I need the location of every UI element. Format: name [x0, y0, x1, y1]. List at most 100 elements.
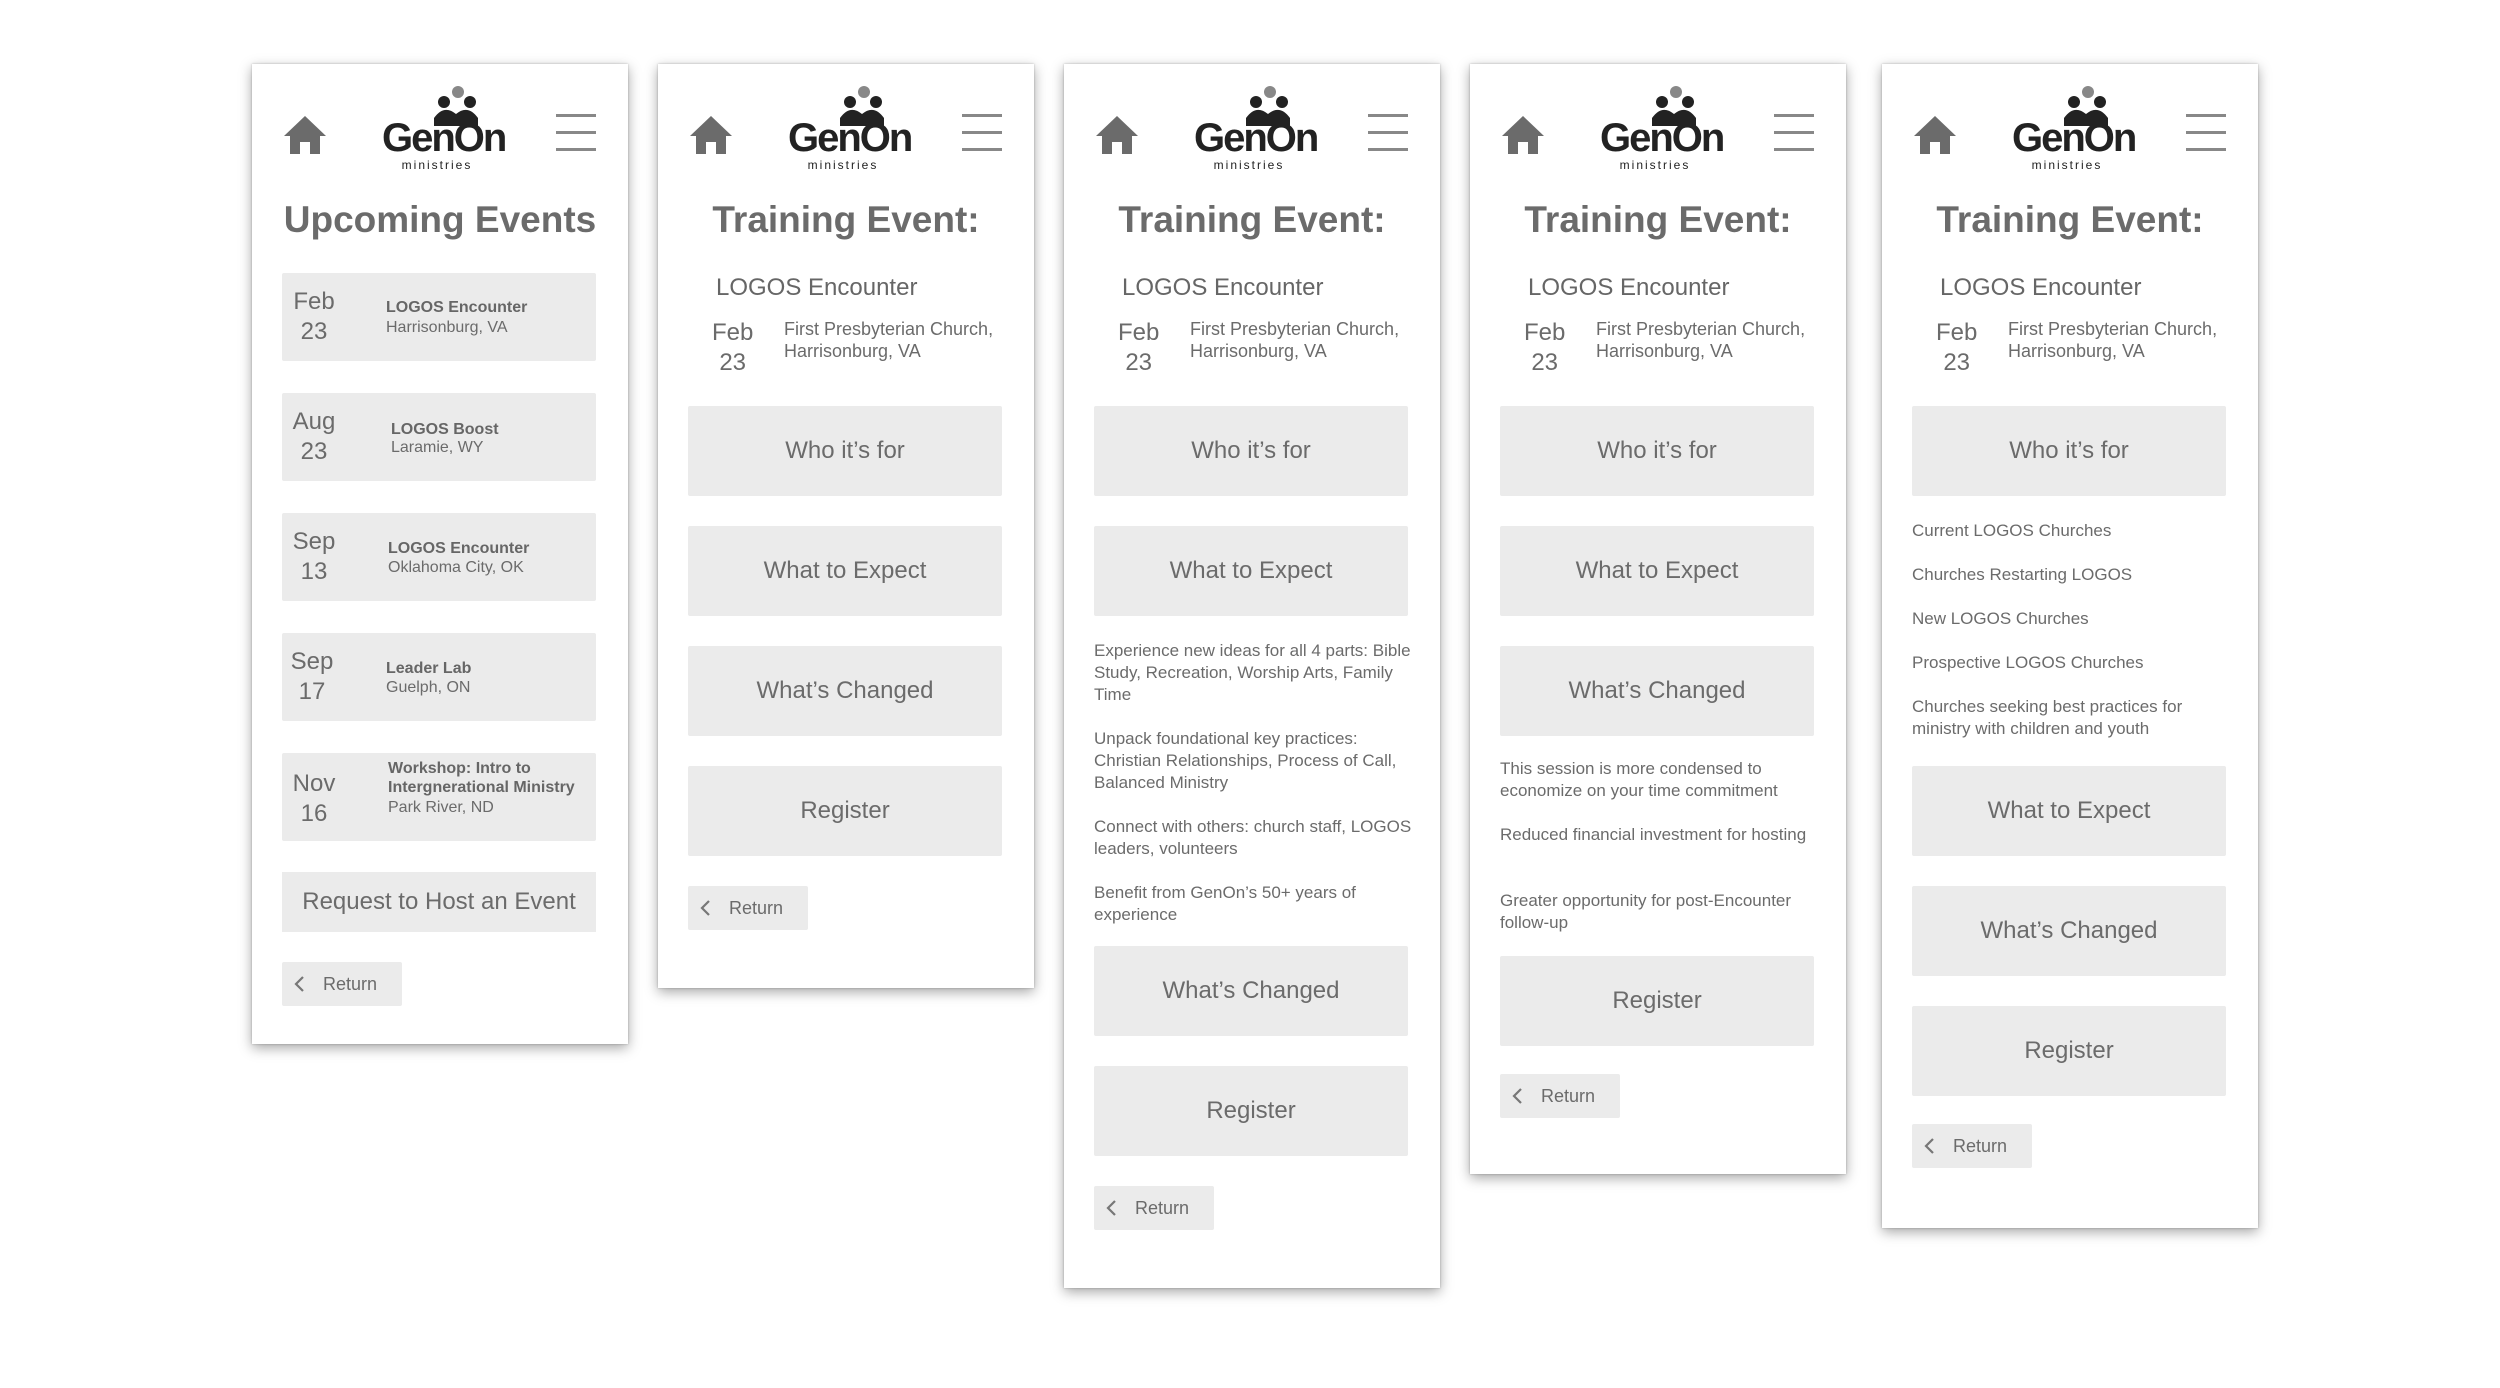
return-label: Return — [1953, 1136, 2008, 1156]
event-date: Feb 23 — [1118, 319, 1160, 376]
event-card-3[interactable]: Sep 13 LOGOS Encounter Oklahoma City, OK — [282, 513, 596, 601]
who-its-for-button[interactable]: Who it’s for — [1094, 406, 1408, 496]
chevron-left-icon — [700, 900, 710, 916]
return-button[interactable]: Return — [1500, 1074, 1620, 1118]
hamburger-menu-icon[interactable] — [556, 114, 596, 152]
event-date: Feb 23 — [712, 319, 754, 376]
home-icon[interactable] — [1094, 114, 1140, 156]
expect-detail-3: Connect with others: church staff, LOGOS… — [1094, 817, 1412, 858]
logo-subtitle: ministries — [1619, 158, 1691, 172]
who-detail-3: New LOGOS Churches — [1912, 609, 2089, 628]
return-label: Return — [1135, 1198, 1190, 1218]
top-bar: GenOn ministries — [252, 64, 628, 174]
hamburger-menu-icon[interactable] — [962, 114, 1002, 152]
page-title: Upcoming Events — [283, 199, 597, 240]
event-location: Park River, ND — [388, 799, 494, 816]
return-button[interactable]: Return — [1094, 1186, 1214, 1230]
hamburger-menu-icon[interactable] — [1774, 114, 1814, 152]
home-icon[interactable] — [688, 114, 734, 156]
request-host-event-button[interactable]: Request to Host an Event — [282, 872, 596, 932]
top-bar: GenOn ministries — [1470, 64, 1846, 174]
hamburger-menu-icon[interactable] — [1368, 114, 1408, 152]
whats-changed-button[interactable]: What’s Changed — [688, 646, 1002, 736]
logo-wordmark: GenOn — [1194, 116, 1319, 160]
page-title: Training Event: — [1936, 199, 2204, 240]
logo-wordmark: GenOn — [788, 116, 913, 160]
event-venue: First Presbyterian Church, Harrisonburg, … — [2008, 319, 2218, 361]
genon-logo[interactable]: GenOn ministries — [382, 84, 507, 172]
event-location: Harrisonburg, VA — [386, 319, 508, 336]
genon-logo[interactable]: GenOn ministries — [2012, 84, 2137, 172]
return-label: Return — [729, 898, 784, 918]
who-its-for-button[interactable]: Who it’s for — [1500, 406, 1814, 496]
return-button[interactable]: Return — [1912, 1124, 2032, 1168]
what-to-expect-button[interactable]: What to Expect — [1500, 526, 1814, 616]
event-date: Feb 23 — [1936, 319, 1978, 376]
changed-detail-3: Greater opportunity for post-Encounter f… — [1500, 891, 1792, 932]
chevron-left-icon — [294, 976, 304, 992]
event-location: Laramie, WY — [391, 439, 484, 456]
screen-training-event-who: GenOn ministries Training Event: LOGOS E… — [1882, 64, 2258, 1228]
page-title: Training Event: — [1118, 199, 1386, 240]
event-card-2[interactable]: Aug 23 LOGOS Boost Laramie, WY — [282, 393, 596, 481]
screen-upcoming-events: GenOn ministries Upcoming Events Feb 23 L… — [252, 64, 628, 1044]
chevron-left-icon — [1512, 1088, 1522, 1104]
whats-changed-button[interactable]: What’s Changed — [1094, 946, 1408, 1036]
event-card-5[interactable]: Nov 16 Workshop: Intro to Intergnerational… — [282, 753, 596, 841]
event-name: LOGOS Encounter — [1528, 274, 1730, 301]
hamburger-menu-icon[interactable] — [2186, 114, 2226, 152]
genon-logo[interactable]: GenOn ministries — [1194, 84, 1319, 172]
return-label: Return — [1541, 1086, 1596, 1106]
event-venue: First Presbyterian Church, Harrisonburg, … — [1190, 319, 1400, 361]
screen-training-event-collapsed: GenOn ministries Training Event: LOGOS E… — [658, 64, 1034, 988]
expect-detail-2: Unpack foundational key practices: Chris… — [1094, 729, 1397, 792]
changed-detail-2: Reduced financial investment for hosting — [1500, 825, 1807, 844]
register-button[interactable]: Register — [688, 766, 1002, 856]
home-icon[interactable] — [1500, 114, 1546, 156]
return-label: Return — [323, 974, 378, 994]
logo-wordmark: GenOn — [382, 116, 507, 160]
event-venue: First Presbyterian Church, Harrisonburg, … — [784, 319, 994, 361]
whats-changed-button[interactable]: What’s Changed — [1500, 646, 1814, 736]
home-icon[interactable] — [1912, 114, 1958, 156]
top-bar: GenOn ministries — [1064, 64, 1440, 174]
logo-subtitle: ministries — [401, 158, 473, 172]
event-location: Oklahoma City, OK — [388, 559, 524, 576]
chevron-left-icon — [1106, 1200, 1116, 1216]
whats-changed-button[interactable]: What’s Changed — [1912, 886, 2226, 976]
event-title: Leader Lab — [386, 660, 472, 677]
genon-logo[interactable]: GenOn ministries — [788, 84, 913, 172]
return-button[interactable]: Return — [688, 886, 808, 930]
event-date: Feb 23 — [293, 288, 335, 345]
what-to-expect-button[interactable]: What to Expect — [1094, 526, 1408, 616]
chevron-left-icon — [1924, 1138, 1934, 1154]
top-bar: GenOn ministries — [1882, 64, 2258, 174]
genon-logo[interactable]: GenOn ministries — [1600, 84, 1725, 172]
logo-wordmark: GenOn — [1600, 116, 1725, 160]
event-date: Aug 23 — [292, 408, 336, 465]
who-detail-4: Prospective LOGOS Churches — [1912, 653, 2144, 672]
who-detail-2: Churches Restarting LOGOS — [1912, 565, 2133, 584]
page-title: Training Event: — [712, 199, 980, 240]
expect-detail-1: Experience new ideas for all 4 parts: Bi… — [1094, 641, 1411, 704]
event-name: LOGOS Encounter — [1122, 274, 1324, 301]
register-button[interactable]: Register — [1500, 956, 1814, 1046]
home-icon[interactable] — [282, 114, 328, 156]
event-date: Sep 17 — [290, 648, 334, 705]
what-to-expect-button[interactable]: What to Expect — [688, 526, 1002, 616]
top-bar: GenOn ministries — [658, 64, 1034, 174]
return-button[interactable]: Return — [282, 962, 402, 1006]
logo-subtitle: ministries — [1213, 158, 1285, 172]
page-title: Training Event: — [1524, 199, 1792, 240]
who-detail-5: Churches seeking best practices for mini… — [1912, 697, 2183, 738]
who-its-for-button[interactable]: Who it’s for — [688, 406, 1002, 496]
what-to-expect-button[interactable]: What to Expect — [1912, 766, 2226, 856]
register-button[interactable]: Register — [1094, 1066, 1408, 1156]
event-card-4[interactable]: Sep 17 Leader Lab Guelph, ON — [282, 633, 596, 721]
who-its-for-button[interactable]: Who it’s for — [1912, 406, 2226, 496]
register-button[interactable]: Register — [1912, 1006, 2226, 1096]
event-title: Workshop: Intro to Intergnerational Minis… — [388, 760, 575, 796]
event-venue: First Presbyterian Church, Harrisonburg, … — [1596, 319, 1806, 361]
event-title: LOGOS Encounter — [388, 540, 530, 557]
event-card-1[interactable]: Feb 23 LOGOS Encounter Harrisonburg, VA — [282, 273, 596, 361]
